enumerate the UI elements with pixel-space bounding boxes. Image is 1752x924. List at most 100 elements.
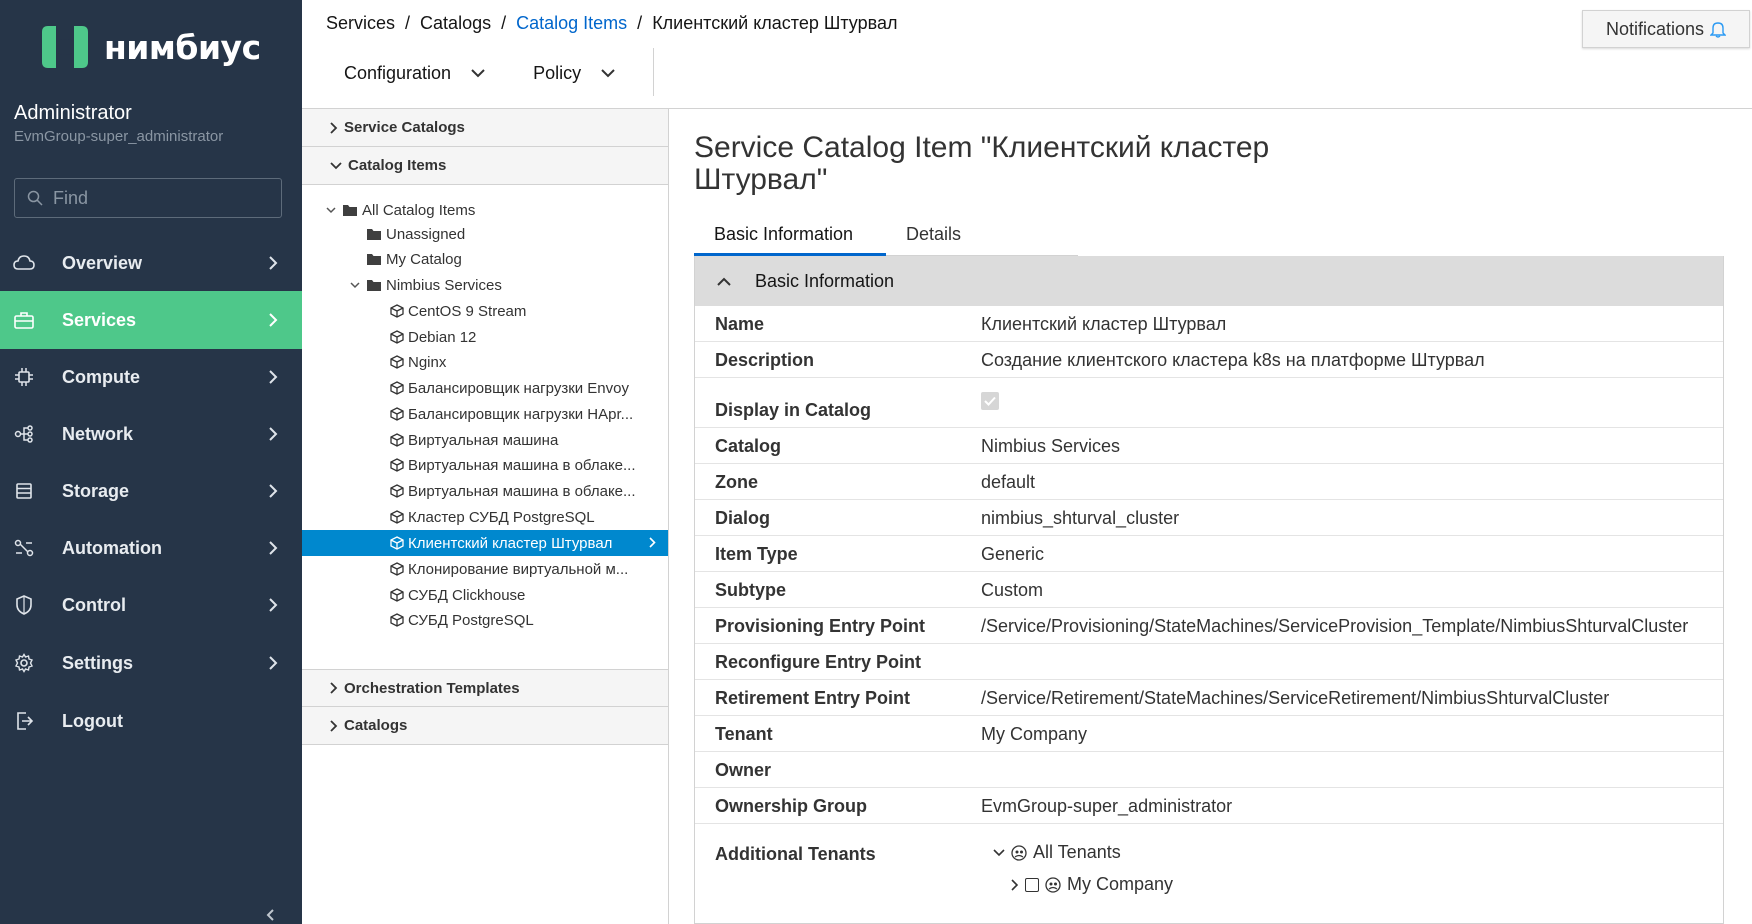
gear-icon [12,651,36,675]
field-value: EvmGroup-super_administrator [981,796,1233,816]
collapse-sidebar-icon[interactable] [264,908,278,922]
field-value: /Service/Provisioning/StateMachines/Serv… [981,616,1689,636]
field-row-subtype: Subtype Custom [695,572,1723,608]
accordion-label: Catalogs [344,717,408,734]
user-name[interactable]: Administrator [14,102,132,125]
policy-dropdown[interactable]: Policy [533,63,615,84]
search-placeholder: Find [53,187,89,208]
configuration-dropdown[interactable]: Configuration [344,63,485,84]
tenant-node-all[interactable]: All Tenants [993,842,1121,863]
tree-item[interactable]: Клонирование виртуальной м... [372,556,628,582]
nav-storage[interactable]: Storage [0,462,302,520]
field-label: Subtype [715,580,787,600]
tenant-checkbox[interactable] [1025,877,1039,892]
search-input[interactable]: Find [14,178,282,218]
tree-label: My Catalog [386,250,462,268]
breadcrumb: Services / Catalogs / Catalog Items / Кл… [326,13,898,34]
tree-item[interactable]: Виртуальная машина [372,427,558,453]
sidebar: нимбиус Administrator EvmGroup-super_adm… [0,0,302,924]
accordion-catalog-items[interactable]: Catalog Items [302,147,668,185]
tree-label: Клиентский кластер Штурвал [408,534,613,552]
nav-label: Logout [62,710,123,731]
notifications-label: Notifications [1605,18,1705,39]
nav-logout[interactable]: Logout [0,692,302,750]
cloud-icon [12,251,36,275]
tree-item[interactable]: Debian 12 [372,324,476,350]
catalog-items-tree: All Catalog Items Unassigned My Catalog Nim… [302,185,668,685]
search-icon [27,190,43,206]
breadcrumb-services[interactable]: Services [326,13,395,34]
nav-overview[interactable]: Overview [0,234,302,292]
nav-control[interactable]: Control [0,576,302,634]
nav-settings[interactable]: Settings [0,634,302,692]
field-value: Generic [981,544,1045,564]
field-label: Retirement Entry Point [715,688,911,708]
catalog-item-icon [390,381,404,395]
briefcase-icon [12,308,36,332]
tree-item[interactable]: Клиентский кластер Штурвал [302,530,668,556]
tree-folder[interactable]: Nimbius Services [348,272,502,298]
tree-item[interactable]: Балансировщик нагрузки HApr... [372,401,633,427]
field-label: Dialog [715,508,771,528]
accordion-catalogs[interactable]: Catalogs [302,707,668,745]
tree-item[interactable]: Кластер СУБД PostgreSQL [372,504,595,530]
bell-icon [1710,22,1727,38]
field-label: Additional Tenants [715,844,876,864]
chevron-right-icon [1011,878,1019,891]
chevron-up-icon [717,277,731,286]
user-group: EvmGroup-super_administrator [14,128,224,145]
breadcrumb-catalogs[interactable]: Catalogs [420,13,491,34]
tree-item[interactable]: Виртуальная машина в облаке... [372,478,636,504]
catalog-item-icon [390,484,404,498]
catalog-item-icon [390,510,404,524]
tree-item[interactable]: СУБД PostgreSQL [372,607,534,633]
nav-services[interactable]: Services [0,291,302,349]
field-label: Zone [715,472,758,492]
tree-folder[interactable]: My Catalog [348,246,462,272]
chevron-down-icon[interactable] [324,206,338,214]
tree-label: СУБД PostgreSQL [408,611,534,629]
nav-network[interactable]: Network [0,405,302,463]
breadcrumb-separator: / [637,13,643,33]
nav-compute[interactable]: Compute [0,348,302,406]
catalog-item-icon [390,458,404,472]
tree-item[interactable]: CentOS 9 Stream [372,298,526,324]
display-in-catalog-checkbox [981,378,1723,427]
tree-label: СУБД Clickhouse [408,586,526,604]
catalog-item-icon [390,407,404,421]
logout-icon [12,709,36,733]
tree-panel: Service Catalogs Catalog Items All Catal… [302,109,669,924]
tree-item[interactable]: Балансировщик нагрузки Envoy [372,375,629,401]
chevron-down-icon[interactable] [348,281,362,289]
tree-folder[interactable]: Unassigned [348,221,465,247]
nav-automation[interactable]: Automation [0,519,302,577]
field-value: Создание клиентского кластера k8s на пла… [981,350,1485,370]
tree-item[interactable]: Nginx [372,349,446,375]
brand-name: нимбиус [104,27,261,67]
tree-folder[interactable]: All Catalog Items [324,197,475,223]
panel-header[interactable]: Basic Information [695,256,1723,306]
field-label: Ownership Group [715,796,868,816]
breadcrumb-current: Клиентский кластер Штурвал [652,13,898,33]
field-row-catalog: Catalog Nimbius Services [695,428,1723,464]
tenant-node-my-company[interactable]: My Company [1011,874,1173,895]
accordion-service-catalogs[interactable]: Service Catalogs [302,109,668,147]
notifications-button[interactable]: Notifications [1582,10,1750,48]
brand-logo[interactable]: нимбиус [38,22,261,72]
tab-basic-information[interactable]: Basic Information [694,216,886,256]
catalog-item-icon [390,613,404,627]
tab-bar: Basic Information Details [694,216,1078,256]
tab-details[interactable]: Details [886,216,981,256]
catalog-item-icon [390,304,404,318]
field-value: Custom [981,580,1044,600]
breadcrumb-catalog-items[interactable]: Catalog Items [516,13,627,34]
tree-item[interactable]: СУБД Clickhouse [372,582,525,608]
tree-label: Nginx [408,353,447,371]
field-row-reconfigure-entry-point: Reconfigure Entry Point [695,644,1723,680]
chevron-right-icon [330,121,338,134]
tree-item[interactable]: Виртуальная машина в облаке... [372,452,636,478]
fields-table: Name Клиентский кластер Штурвал Descriptio… [695,306,1723,824]
accordion-orchestration-templates[interactable]: Orchestration Templates [302,669,668,707]
chevron-right-icon [649,535,656,552]
chevron-right-icon [330,682,338,694]
